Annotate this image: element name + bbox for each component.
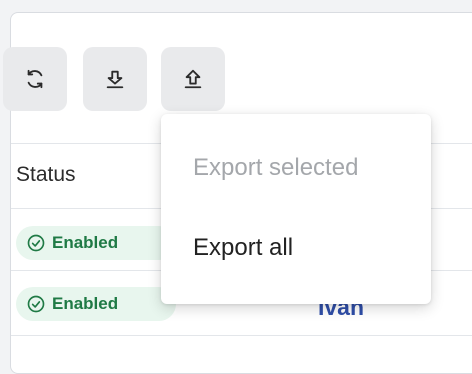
status-badge-label: Enabled (52, 294, 119, 313)
export-all-menu-item[interactable]: Export all (193, 234, 293, 262)
status-badge-label: Enabled (52, 233, 119, 252)
check-circle-icon (27, 295, 45, 313)
import-icon (106, 70, 124, 89)
column-header-status[interactable]: Status (16, 163, 76, 187)
export-menu: Export selected Export all (161, 114, 431, 304)
import-button[interactable] (83, 47, 147, 111)
export-icon (184, 69, 202, 89)
check-circle-icon (27, 234, 45, 252)
refresh-button[interactable] (3, 47, 67, 111)
row-divider (11, 335, 472, 336)
status-badge: Enabled (16, 287, 176, 321)
refresh-icon (27, 69, 43, 89)
export-button[interactable] (161, 47, 225, 111)
export-selected-menu-item[interactable]: Export selected (193, 154, 358, 182)
status-badge: Enabled (16, 226, 176, 260)
